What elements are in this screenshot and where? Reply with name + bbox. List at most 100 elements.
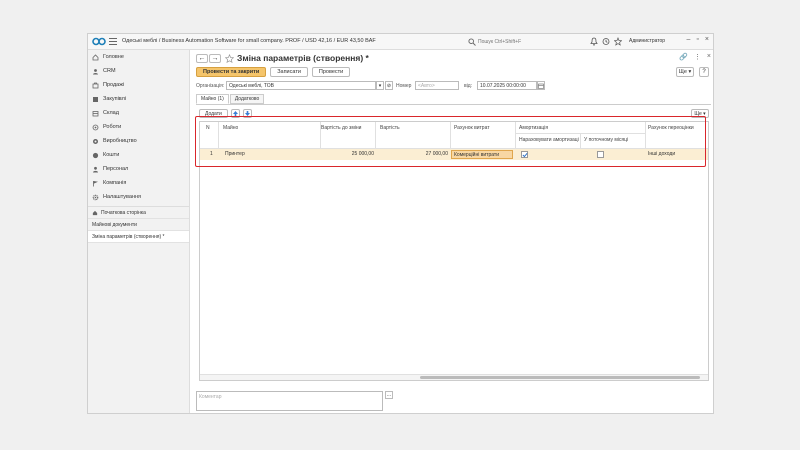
sidebar-item-company[interactable]: Компанія xyxy=(88,176,189,190)
cell-revaluation-account[interactable]: Інші доходи xyxy=(648,151,675,157)
col-header-cost[interactable]: Вартість xyxy=(380,125,400,131)
post-and-close-button[interactable]: Провести та закрити xyxy=(196,67,267,77)
col-header-asset[interactable]: Майно xyxy=(223,125,238,131)
cell-asset[interactable]: Принтер xyxy=(225,151,245,157)
sidebar-item-warehouse[interactable]: Склад xyxy=(88,106,189,120)
sidebar-item-label: Склад xyxy=(103,110,119,116)
purchases-icon xyxy=(93,96,98,102)
save-button[interactable]: Записати xyxy=(270,67,308,77)
move-up-button[interactable] xyxy=(230,109,240,118)
favorites-star-icon[interactable] xyxy=(613,37,623,46)
comment-field[interactable]: Коментар xyxy=(196,391,383,411)
home-icon xyxy=(92,210,98,215)
back-button[interactable]: ← xyxy=(196,53,208,63)
col-header-expense-account[interactable]: Рахунок витрат xyxy=(454,125,490,131)
calendar-button[interactable] xyxy=(537,81,545,90)
home-icon xyxy=(92,53,99,60)
open-window-label: Майнові документи xyxy=(92,221,137,228)
organization-label: Організація: xyxy=(196,83,225,89)
sidebar-item-label: Персонал xyxy=(103,166,129,172)
organization-dropdown-button[interactable]: ▾ xyxy=(376,81,384,90)
organization-field[interactable]: Одеські меблі, ТОВ xyxy=(226,81,376,90)
forward-button[interactable]: → xyxy=(209,53,221,63)
close-window-icon[interactable]: × xyxy=(705,36,709,43)
maximize-icon[interactable]: ▫ xyxy=(696,36,698,43)
arrow-up-icon xyxy=(232,111,238,116)
sidebar-item-settings[interactable]: Налаштування xyxy=(88,190,189,204)
tab-additional[interactable]: Додатково xyxy=(229,94,265,104)
table-row[interactable]: 1 Принтер 25 000,00 27 000,00 Комерційні… xyxy=(200,149,708,160)
link-icon[interactable]: 🔗 xyxy=(679,53,688,61)
date-field[interactable]: 10.07.2025 00:00:00 xyxy=(477,81,537,90)
more-vertical-icon[interactable]: ⋮ xyxy=(694,53,701,61)
horizontal-scrollbar[interactable] xyxy=(200,374,708,380)
favorite-star-icon[interactable] xyxy=(225,53,234,63)
sidebar-item-label: Роботи xyxy=(103,124,122,130)
minimize-icon[interactable]: – xyxy=(687,36,691,43)
app-window: Одеські меблі / Business Automation Soft… xyxy=(87,33,714,414)
col-header-revaluation-account[interactable]: Рахунок переоцінки xyxy=(648,125,694,131)
cell-cost-before[interactable]: 25 000,00 xyxy=(321,151,374,157)
move-down-button[interactable] xyxy=(242,109,252,118)
sidebar-item-purchases[interactable]: Закупівлі xyxy=(88,92,189,106)
open-window-property-docs[interactable]: Майнові документи xyxy=(88,219,189,231)
company-flag-icon xyxy=(93,180,98,186)
sidebar-item-crm[interactable]: CRM xyxy=(88,64,189,78)
col-header-cost-before[interactable]: Вартість до зміни xyxy=(321,125,374,131)
open-window-param-change[interactable]: Зміна параметрів (створення) * xyxy=(88,231,189,243)
sidebar-item-works[interactable]: Роботи xyxy=(88,120,189,134)
history-icon[interactable] xyxy=(602,37,610,46)
sidebar-item-label: Кошти xyxy=(103,152,120,158)
comment-expand-button[interactable]: ... xyxy=(385,391,393,399)
col-header-amort-charge[interactable]: Нараховувати амортизацію xyxy=(519,137,579,143)
help-button[interactable]: ? xyxy=(699,67,709,77)
search-input[interactable] xyxy=(478,39,574,45)
sidebar-item-label: Закупівлі xyxy=(103,96,127,102)
open-window-label: Зміна параметрів (створення) * xyxy=(92,233,165,240)
cell-expense-account[interactable]: Комерційні витрати xyxy=(451,150,513,159)
col-header-amortization: Амортизація xyxy=(519,125,549,131)
table-more-button[interactable]: Ще ▾ xyxy=(691,109,709,118)
add-row-button[interactable]: Додати xyxy=(199,109,228,118)
number-label: Номер xyxy=(396,83,412,89)
money-icon xyxy=(92,152,99,158)
app-logo-icon xyxy=(92,37,106,46)
settings-gear-icon xyxy=(92,194,99,200)
crm-icon xyxy=(93,68,98,74)
search-icon xyxy=(468,38,476,46)
col-header-n: N xyxy=(206,125,210,131)
main-area: ← → Зміна параметрів (створення) * 🔗 ⋮ ×… xyxy=(191,50,713,413)
close-form-icon[interactable]: × xyxy=(707,53,711,61)
number-field[interactable]: <Авто> xyxy=(415,81,459,90)
col-header-current-month[interactable]: У поточному місяці xyxy=(584,137,644,143)
staff-icon xyxy=(93,166,98,172)
sidebar-item-home[interactable]: Головне xyxy=(88,50,189,64)
property-table: N Майно Вартість до зміни Вартість Рахун… xyxy=(199,121,709,381)
amort-charge-checkbox[interactable] xyxy=(521,151,528,158)
sidebar-item-label: Налаштування xyxy=(103,194,142,200)
warehouse-icon xyxy=(92,110,99,116)
sidebar: Головне CRM Продажі Закупівлі Склад Робо… xyxy=(88,50,190,413)
date-label: від: xyxy=(464,83,473,89)
main-menu-icon[interactable] xyxy=(109,38,117,45)
page-title: Зміна параметрів (створення) * xyxy=(237,53,369,63)
open-window-label: Початкова сторінка xyxy=(101,209,146,216)
organization-open-button[interactable]: ⊘ xyxy=(385,81,393,90)
sales-icon xyxy=(92,82,99,88)
title-bar: Одеські меблі / Business Automation Soft… xyxy=(88,34,713,50)
sidebar-item-money[interactable]: Кошти xyxy=(88,148,189,162)
current-month-checkbox[interactable] xyxy=(597,151,604,158)
scrollbar-thumb[interactable] xyxy=(420,376,700,379)
sidebar-item-sales[interactable]: Продажі xyxy=(88,78,189,92)
tab-property[interactable]: Майно (1) xyxy=(196,94,229,104)
sidebar-item-staff[interactable]: Персонал xyxy=(88,162,189,176)
more-button[interactable]: Ще ▾ xyxy=(676,67,694,77)
post-button[interactable]: Провести xyxy=(311,67,351,77)
global-search[interactable] xyxy=(468,37,578,47)
cell-cost[interactable]: 27 000,00 xyxy=(376,151,448,157)
sidebar-item-production[interactable]: Виробництво xyxy=(88,134,189,148)
open-window-start-page[interactable]: Початкова сторінка xyxy=(88,207,189,219)
notifications-bell-icon[interactable] xyxy=(590,37,598,46)
user-name[interactable]: Администратор xyxy=(629,38,665,44)
works-icon xyxy=(92,124,99,130)
